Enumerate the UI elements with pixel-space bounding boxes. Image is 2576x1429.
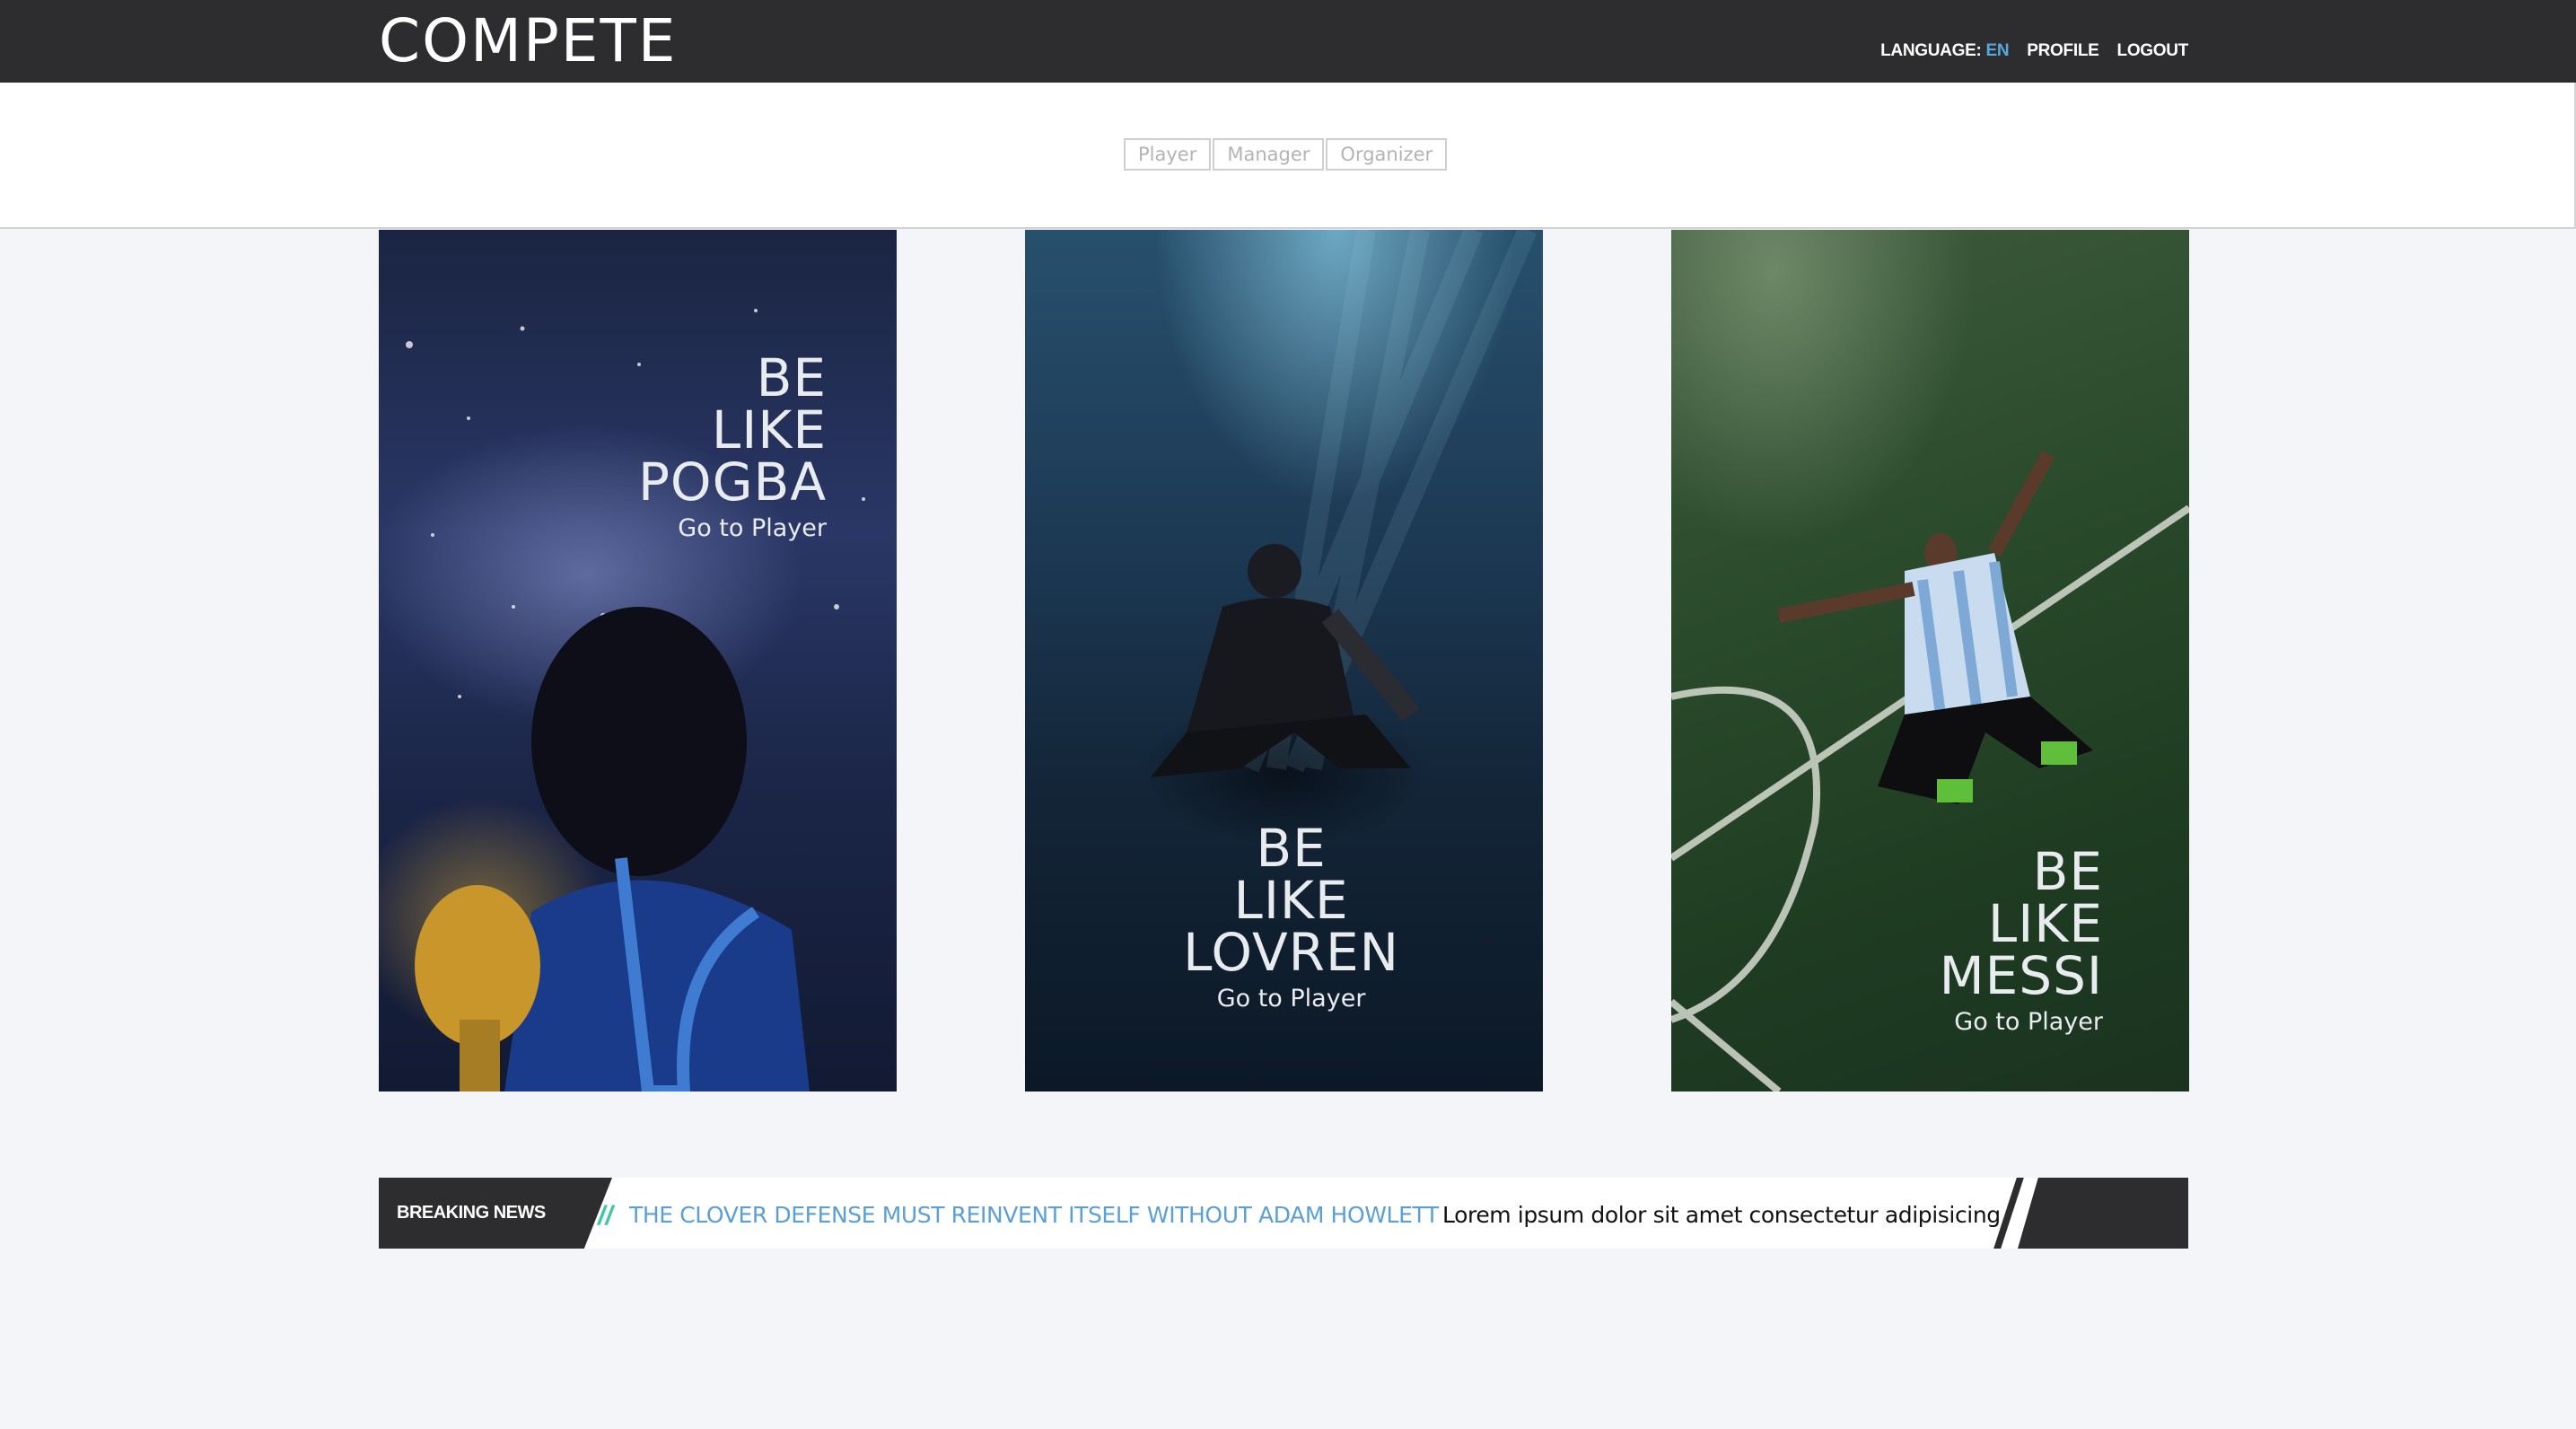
player-artwork xyxy=(1671,451,2189,1091)
language-label: LANGUAGE: xyxy=(1880,41,1982,60)
tab-manager[interactable]: Manager xyxy=(1213,138,1325,171)
card-text: BE LIKE LOVREN Go to Player xyxy=(1183,822,1399,1014)
card-headline: BE LIKE LOVREN xyxy=(1183,818,1399,983)
tab-organizer[interactable]: Organizer xyxy=(1326,138,1448,171)
role-tabs: Player Manager Organizer xyxy=(1124,138,1448,171)
breaking-news-ticker: BREAKING NEWS // THE CLOVER DEFENSE MUST… xyxy=(379,1178,2188,1249)
ticker-end-cap xyxy=(2018,1178,2188,1249)
tab-player[interactable]: Player xyxy=(1124,138,1212,171)
news-summary: Lorem ipsum dolor sit amet consectetur a… xyxy=(1442,1202,2008,1228)
go-to-player-link[interactable]: Go to Player xyxy=(1940,1007,2103,1038)
logout-link[interactable]: LOGOUT xyxy=(2117,41,2189,61)
app-logo[interactable]: COMPETE xyxy=(379,5,678,77)
go-to-player-link[interactable]: Go to Player xyxy=(1183,984,1399,1014)
card-headline: BE LIKE POGBA xyxy=(637,347,827,513)
card-headline: BE LIKE MESSI xyxy=(1939,841,2103,1006)
top-navbar: COMPETE LANGUAGE: EN PROFILE LOGOUT xyxy=(0,0,2576,83)
promo-card-lovren[interactable]: BE LIKE LOVREN Go to Player xyxy=(1025,230,1543,1091)
card-text: BE LIKE POGBA Go to Player xyxy=(638,352,827,544)
breaking-news-label-text: BREAKING NEWS xyxy=(397,1203,546,1223)
top-nav-links: LANGUAGE: EN PROFILE LOGOUT xyxy=(1880,41,2188,61)
role-tab-panel: Player Manager Organizer xyxy=(0,83,2576,229)
news-headline-link[interactable]: THE CLOVER DEFENSE MUST REINVENT ITSELF … xyxy=(629,1202,1439,1228)
breaking-news-label: BREAKING NEWS xyxy=(379,1178,612,1249)
language-selector[interactable]: LANGUAGE: EN xyxy=(1880,41,2009,61)
promo-card-messi[interactable]: BE LIKE MESSI Go to Player xyxy=(1671,230,2189,1091)
go-to-player-link[interactable]: Go to Player xyxy=(638,513,827,544)
profile-link[interactable]: PROFILE xyxy=(2027,41,2099,61)
language-code[interactable]: EN xyxy=(1985,41,2009,60)
card-text: BE LIKE MESSI Go to Player xyxy=(1940,846,2103,1038)
promo-card-pogba[interactable]: BE LIKE POGBA Go to Player xyxy=(379,230,897,1091)
ticker-divider-icon: // xyxy=(598,1201,613,1231)
